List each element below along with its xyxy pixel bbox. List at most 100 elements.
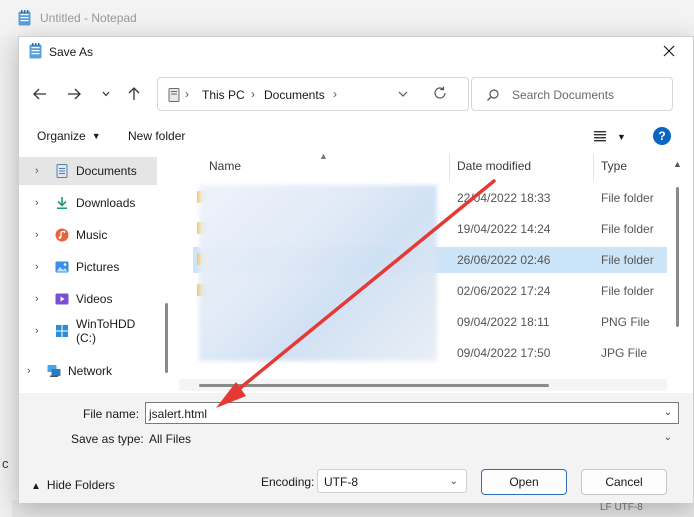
sidebar-item-network[interactable]: › Network xyxy=(19,357,157,385)
row-date: 09/04/2022 18:11 xyxy=(457,315,550,329)
notepad-edge-text: c xyxy=(2,456,9,471)
new-folder-button[interactable]: New folder xyxy=(128,129,185,143)
row-date: 02/06/2022 17:24 xyxy=(457,284,551,298)
sidebar-item-label: Music xyxy=(76,228,108,242)
encoding-value: UTF-8 xyxy=(324,475,358,489)
open-button[interactable]: Open xyxy=(481,469,567,495)
sidebar-item-label: Videos xyxy=(76,292,113,306)
browser-content: › Documents › Downloads › Music › Pictur… xyxy=(19,151,693,391)
breadcrumb-separator-icon: › xyxy=(185,87,189,101)
sidebar-item-label: Pictures xyxy=(76,260,120,274)
breadcrumb-documents[interactable]: Documents xyxy=(264,88,325,102)
arrow-up-icon xyxy=(128,87,140,100)
horizontal-scrollbar[interactable] xyxy=(179,379,667,391)
breadcrumb-separator-icon[interactable]: › xyxy=(333,87,337,101)
organize-label: Organize xyxy=(37,129,86,143)
close-button[interactable] xyxy=(659,41,679,61)
forward-button[interactable] xyxy=(63,83,85,105)
row-type: PNG File xyxy=(601,315,650,329)
save-as-type-value: All Files xyxy=(149,432,192,446)
save-as-type-select[interactable]: All Files ⌄ xyxy=(145,427,679,449)
music-icon xyxy=(55,228,69,242)
chevron-down-icon[interactable]: ⌄ xyxy=(664,407,672,418)
navigation-scrollbar[interactable] xyxy=(165,303,168,373)
file-name-label: File name: xyxy=(83,407,140,421)
expand-chevron-icon[interactable]: › xyxy=(35,261,39,273)
address-bar[interactable]: › This PC › Documents › xyxy=(157,77,469,111)
hide-folders-button[interactable]: ▲ Hide Folders xyxy=(31,478,115,492)
expand-chevron-icon[interactable]: › xyxy=(35,293,39,305)
file-name-input[interactable]: jsalert.html ⌄ xyxy=(145,402,679,424)
download-icon xyxy=(57,197,67,209)
vertical-scrollbar[interactable] xyxy=(673,173,681,373)
arrow-right-icon xyxy=(68,88,81,100)
search-box[interactable]: Search Documents xyxy=(471,77,673,111)
breadcrumb-this-pc[interactable]: This PC xyxy=(202,88,245,102)
organize-button[interactable]: Organize ▼ xyxy=(37,129,101,143)
scrollbar-thumb[interactable] xyxy=(676,187,679,327)
sidebar-item-wintohdd[interactable]: › WinToHDD (C:) xyxy=(19,317,157,345)
sidebar-item-pictures[interactable]: › Pictures xyxy=(19,253,157,281)
chevron-down-icon[interactable] xyxy=(398,87,408,101)
back-button[interactable] xyxy=(29,83,51,105)
expand-chevron-icon[interactable]: › xyxy=(27,365,31,377)
column-divider[interactable] xyxy=(593,153,594,181)
save-as-type-label: Save as type: xyxy=(71,432,144,446)
expand-chevron-icon[interactable]: › xyxy=(35,229,39,241)
notepad-icon xyxy=(18,10,31,26)
expand-chevron-icon[interactable]: › xyxy=(35,325,39,337)
row-date: 19/04/2022 14:24 xyxy=(457,222,551,236)
network-icon xyxy=(47,365,61,377)
blurred-filenames xyxy=(199,185,437,361)
notepad-title: Untitled - Notepad xyxy=(40,11,137,25)
view-options-caret-icon[interactable]: ▼ xyxy=(617,132,626,142)
expand-chevron-icon[interactable]: › xyxy=(35,197,39,209)
pictures-icon xyxy=(55,261,69,273)
column-header-date-modified[interactable]: Date modified xyxy=(457,159,531,187)
sidebar-item-videos[interactable]: › Videos xyxy=(19,285,157,313)
column-header-name[interactable]: Name xyxy=(209,159,241,187)
refresh-icon[interactable] xyxy=(432,85,448,101)
sidebar-item-documents[interactable]: › Documents xyxy=(19,157,157,185)
chevron-down-icon: ⌄ xyxy=(449,476,458,487)
row-type: File folder xyxy=(601,191,654,205)
row-date: 09/04/2022 17:50 xyxy=(457,346,551,360)
sidebar-item-downloads[interactable]: › Downloads xyxy=(19,189,157,217)
column-header-type[interactable]: Type xyxy=(601,159,627,187)
up-button[interactable] xyxy=(123,83,145,105)
row-date: 26/06/2022 02:46 xyxy=(457,253,551,267)
sort-ascending-icon: ▲ xyxy=(319,151,328,161)
search-placeholder: Search Documents xyxy=(512,88,615,102)
row-type: JPG File xyxy=(601,346,648,360)
dialog-titlebar: Save As xyxy=(19,37,693,65)
arrow-left-icon xyxy=(33,88,46,100)
save-form: File name: jsalert.html ⌄ Save as type: … xyxy=(19,393,693,503)
recent-locations-button[interactable] xyxy=(95,83,117,105)
sidebar-item-label: Network xyxy=(68,364,113,378)
scroll-up-icon[interactable]: ▲ xyxy=(673,159,682,169)
chevron-down-icon[interactable]: ⌄ xyxy=(664,432,672,443)
documents-icon xyxy=(56,164,68,178)
caret-up-icon: ▲ xyxy=(31,481,41,492)
search-icon xyxy=(487,89,499,101)
expand-chevron-icon[interactable]: › xyxy=(35,165,39,177)
notepad-status-text: LF UTF-8 xyxy=(600,502,643,513)
row-type: File folder xyxy=(601,284,654,298)
videos-icon xyxy=(55,293,69,305)
column-divider[interactable] xyxy=(449,153,450,181)
hide-folders-label: Hide Folders xyxy=(46,478,115,492)
scrollbar-thumb[interactable] xyxy=(199,384,549,387)
breadcrumb-separator-icon: › xyxy=(251,87,255,101)
file-name-value: jsalert.html xyxy=(149,407,208,421)
navigation-pane: › Documents › Downloads › Music › Pictur… xyxy=(19,153,168,391)
notepad-titlebar: Untitled - Notepad xyxy=(0,0,694,36)
row-type: File folder xyxy=(601,222,654,236)
encoding-select[interactable]: UTF-8 ⌄ xyxy=(317,469,467,493)
cancel-button[interactable]: Cancel xyxy=(581,469,667,495)
computer-icon xyxy=(168,88,180,102)
sidebar-item-music[interactable]: › Music xyxy=(19,221,157,249)
help-button[interactable]: ? xyxy=(653,127,671,145)
view-list-icon[interactable] xyxy=(593,129,607,143)
dialog-title: Save As xyxy=(49,45,94,59)
sidebar-item-label: Downloads xyxy=(76,196,136,210)
